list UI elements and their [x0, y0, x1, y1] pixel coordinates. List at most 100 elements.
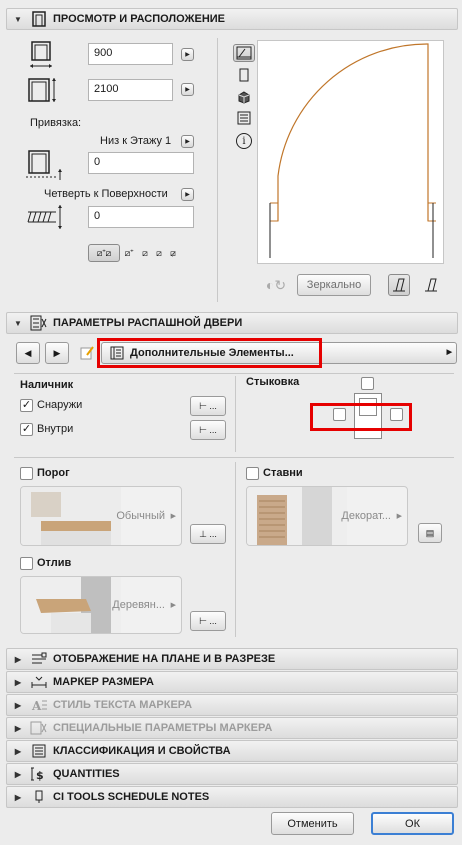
joint-title: Стыковка — [246, 376, 300, 388]
sill-checkbox[interactable] — [20, 557, 33, 570]
door-width-icon — [26, 40, 56, 70]
front-view-icon[interactable] — [237, 67, 251, 83]
casing-inside-settings-button[interactable]: ⊢ ... — [190, 420, 226, 440]
reveal-offset-icon — [26, 202, 66, 232]
height-input[interactable]: 2100 — [88, 79, 173, 101]
door-preview-drawing — [269, 43, 436, 258]
ok-button[interactable]: ОК — [371, 812, 454, 835]
expand-triangle-icon: ▶ — [14, 792, 22, 802]
text-style-icon: A — [29, 697, 49, 713]
casing-outside-settings-button[interactable]: ⊢ ... — [190, 396, 226, 416]
rotate-mirror-icon[interactable]: ◐↻ — [257, 275, 295, 295]
section-title: СПЕЦИАЛЬНЫЕ ПАРАМЕТРЫ МАРКЕРА — [53, 722, 273, 734]
highlight-page-selector — [97, 338, 322, 368]
expand-triangle-icon: ▶ — [14, 654, 22, 664]
threshold-type-value: Обычный — [116, 510, 165, 522]
threshold-checkbox[interactable] — [20, 467, 33, 480]
section-header-plan-section[interactable]: ▶ ОТОБРАЖЕНИЕ НА ПЛАНЕ И В РАЗРЕЗЕ — [6, 648, 458, 670]
shutters-type-picker[interactable]: Декорат... ▶ — [246, 486, 408, 546]
section-title: СТИЛЬ ТЕКСТА МАРКЕРА — [53, 699, 193, 711]
shutters-settings-button[interactable]: ▤ — [418, 523, 442, 543]
section-header-marker-text-style[interactable]: ▶ A СТИЛЬ ТЕКСТА МАРКЕРА — [6, 694, 458, 716]
expand-triangle-icon: ▶ — [14, 746, 22, 756]
picker-arrow-icon: ▶ — [170, 513, 176, 520]
quantities-icon: $ — [29, 766, 49, 782]
schedule-notes-icon — [29, 789, 49, 805]
joint-top-checkbox[interactable] — [361, 377, 374, 390]
divider — [235, 376, 236, 452]
list-view-icon[interactable] — [236, 110, 252, 126]
anchor-value[interactable]: Низ к Этажу 1 — [100, 135, 171, 147]
mirror-button[interactable]: Зеркально — [297, 274, 371, 296]
threshold-type-picker[interactable]: Обычный ▶ — [20, 486, 182, 546]
preview-separator — [217, 38, 218, 302]
reveal-mode-icon-3[interactable]: ⧄ — [138, 246, 152, 260]
collapse-triangle-icon: ▼ — [14, 318, 22, 328]
sill-label: Отлив — [37, 557, 72, 569]
classification-icon — [29, 743, 49, 759]
collapse-triangle-icon: ▼ — [14, 14, 22, 24]
reveal-mode-selected-icon[interactable]: ⧄⁺⧄ — [88, 244, 120, 262]
reveal-mode-icon-4[interactable]: ⧄ — [152, 246, 166, 260]
threshold-settings-button[interactable]: ⊥ ... — [190, 524, 226, 544]
marker-params-icon — [29, 720, 49, 736]
reveal-label[interactable]: Четверть к Поверхности — [44, 188, 168, 200]
picker-arrow-icon: ▶ — [396, 513, 402, 520]
dropdown-arrow-icon: ▶ — [446, 349, 452, 356]
divider — [14, 457, 454, 458]
sill-settings-button[interactable]: ⊢ ... — [190, 611, 226, 631]
opening-side-icon-1[interactable] — [388, 274, 410, 296]
casing-inside-label: Внутри — [37, 423, 74, 435]
dimension-marker-icon — [29, 674, 49, 690]
height-menu-button[interactable]: ▶ — [181, 83, 194, 96]
reveal-input[interactable]: 0 — [88, 206, 194, 228]
edit-params-icon[interactable] — [76, 342, 98, 364]
anchor-menu-button[interactable]: ▶ — [181, 135, 194, 148]
expand-triangle-icon: ▶ — [14, 723, 22, 733]
prev-page-button[interactable]: ◀ — [16, 342, 40, 364]
shutters-checkbox[interactable] — [246, 467, 259, 480]
section-header-quantities[interactable]: ▶ $ QUANTITIES — [6, 763, 458, 785]
section-header-view-position[interactable]: ▼ ПРОСМОТР И РАСПОЛОЖЕНИЕ — [6, 8, 458, 30]
section-header-ci-tools[interactable]: ▶ CI TOOLS SCHEDULE NOTES — [6, 786, 458, 808]
reveal-menu-button[interactable]: ▶ — [181, 188, 194, 201]
sill-type-picker[interactable]: Деревян... ▶ — [20, 576, 182, 634]
casing-outside-label: Снаружи — [37, 399, 83, 411]
sill-preview-image — [21, 577, 121, 633]
anchor-offset-input[interactable]: 0 — [88, 152, 194, 174]
expand-triangle-icon: ▶ — [14, 769, 22, 779]
casing-outside-checkbox[interactable]: ✓ — [20, 399, 33, 412]
threshold-label: Порог — [37, 467, 70, 479]
divider — [235, 462, 236, 637]
section-header-dimension-marker[interactable]: ▶ МАРКЕР РАЗМЕРА — [6, 671, 458, 693]
section-header-door-params[interactable]: ▼ ПАРАМЕТРЫ РАСПАШНОЙ ДВЕРИ — [6, 312, 458, 334]
section-header-classification[interactable]: ▶ КЛАССИФИКАЦИЯ И СВОЙСТВА — [6, 740, 458, 762]
reveal-mode-icon-2[interactable]: ⧄⁺ — [122, 246, 136, 260]
opening-side-icon-2[interactable] — [420, 274, 442, 296]
width-input[interactable]: 900 — [88, 43, 173, 65]
section-title: МАРКЕР РАЗМЕРА — [53, 676, 154, 688]
elevation-view-icon[interactable] — [233, 44, 255, 62]
casing-inside-checkbox[interactable]: ✓ — [20, 423, 33, 436]
expand-triangle-icon: ▶ — [14, 677, 22, 687]
shutters-label: Ставни — [263, 467, 303, 479]
reveal-mode-icon-5[interactable]: ⧄̷ — [166, 246, 180, 260]
3d-view-icon[interactable] — [237, 89, 251, 105]
casing-title: Наличник — [20, 379, 74, 391]
shutters-preview-image — [247, 487, 347, 545]
shutters-type-value: Декорат... — [341, 510, 391, 522]
anchor-label: Привязка: — [30, 117, 82, 129]
section-title: ПРОСМОТР И РАСПОЛОЖЕНИЕ — [53, 13, 226, 25]
parameters-icon — [29, 315, 49, 331]
plan-section-icon — [29, 651, 49, 667]
cancel-button[interactable]: Отменить — [271, 812, 354, 835]
width-menu-button[interactable]: ▶ — [181, 48, 194, 61]
door-settings-icon — [29, 11, 49, 27]
door-height-icon — [26, 75, 60, 105]
expand-triangle-icon: ▶ — [14, 700, 22, 710]
info-icon[interactable]: i — [236, 133, 252, 149]
svg-text:$: $ — [36, 769, 44, 781]
highlight-joint-checkboxes — [310, 403, 412, 431]
section-header-special-marker-params[interactable]: ▶ СПЕЦИАЛЬНЫЕ ПАРАМЕТРЫ МАРКЕРА — [6, 717, 458, 739]
next-page-button[interactable]: ▶ — [45, 342, 69, 364]
